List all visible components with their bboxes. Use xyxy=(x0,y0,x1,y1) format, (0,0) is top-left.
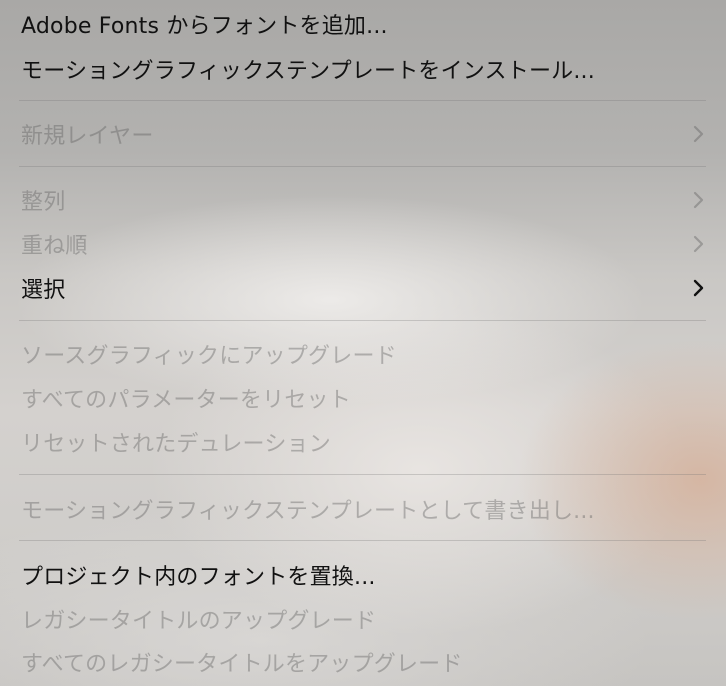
menu-item-upgrade-legacy-title: レガシータイトルのアップグレード xyxy=(0,599,726,639)
menu-item-label: モーショングラフィックステンプレートとして書き出し... xyxy=(21,499,595,524)
menu-item-label: Adobe Fonts からフォントを追加... xyxy=(21,14,388,39)
menu-item-label: プロジェクト内のフォントを置換... xyxy=(21,565,376,590)
menu-item-reset-duration: リセットされたデュレーション xyxy=(0,422,726,462)
context-menu: Adobe Fonts からフォントを追加... モーショングラフィックステンプ… xyxy=(0,0,726,686)
menu-item-label: すべてのレガシータイトルをアップグレード xyxy=(21,652,463,677)
chevron-right-icon xyxy=(692,123,706,145)
menu-item-label: ソースグラフィックにアップグレード xyxy=(21,344,397,369)
menu-item-install-motion-graphics-template[interactable]: モーショングラフィックステンプレートをインストール... xyxy=(0,49,726,89)
menu-item-align: 整列 xyxy=(0,180,726,220)
menu-item-new-layer: 新規レイヤー xyxy=(0,114,726,154)
menu-item-label: レガシータイトルのアップグレード xyxy=(21,609,377,634)
chevron-right-icon xyxy=(692,189,706,211)
menu-item-label: 重ね順 xyxy=(21,234,88,259)
menu-separator xyxy=(19,474,706,475)
menu-item-arrange: 重ね順 xyxy=(0,224,726,264)
menu-item-label: すべてのパラメーターをリセット xyxy=(21,388,351,413)
menu-item-add-adobe-fonts[interactable]: Adobe Fonts からフォントを追加... xyxy=(0,4,726,44)
menu-item-select[interactable]: 選択 xyxy=(0,268,726,308)
chevron-right-icon xyxy=(692,277,706,299)
menu-separator xyxy=(19,166,706,167)
menu-item-replace-fonts-in-project[interactable]: プロジェクト内のフォントを置換... xyxy=(0,555,726,595)
menu-separator xyxy=(19,320,706,321)
menu-item-upgrade-to-source-graphic: ソースグラフィックにアップグレード xyxy=(0,334,726,374)
menu-item-label: 選択 xyxy=(21,278,66,303)
menu-item-label: モーショングラフィックステンプレートをインストール... xyxy=(21,59,595,84)
menu-item-label: 整列 xyxy=(21,190,66,215)
menu-separator xyxy=(19,100,706,101)
menu-item-label: 新規レイヤー xyxy=(21,124,154,149)
menu-separator xyxy=(19,540,706,541)
chevron-right-icon xyxy=(692,233,706,255)
menu-item-reset-all-parameters: すべてのパラメーターをリセット xyxy=(0,378,726,418)
menu-item-label: リセットされたデュレーション xyxy=(21,432,331,457)
menu-item-upgrade-all-legacy-titles: すべてのレガシータイトルをアップグレード xyxy=(0,642,726,682)
menu-item-export-motion-graphics-template: モーショングラフィックステンプレートとして書き出し... xyxy=(0,489,726,529)
